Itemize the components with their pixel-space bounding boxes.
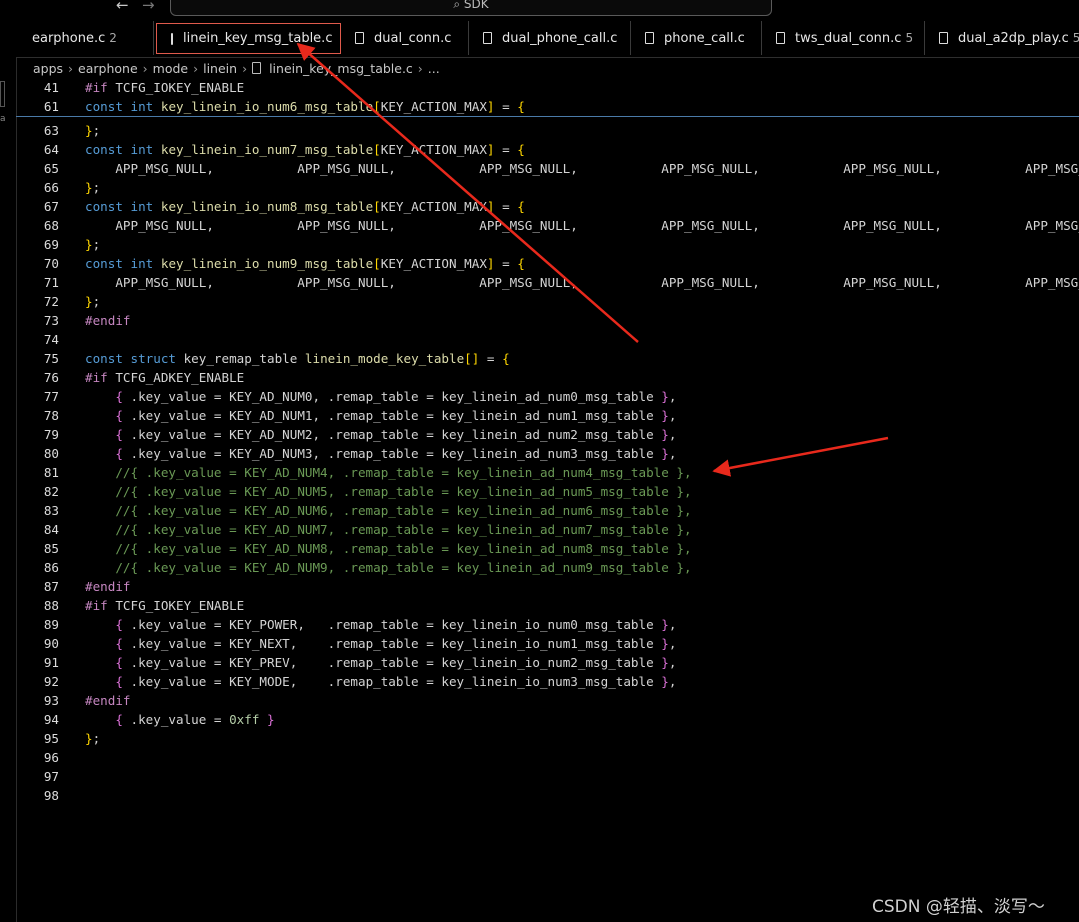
annotation-arrow-to-line-81	[712, 436, 889, 477]
annotation-arrows	[296, 42, 889, 477]
annotation-arrow-to-tab	[296, 42, 639, 343]
